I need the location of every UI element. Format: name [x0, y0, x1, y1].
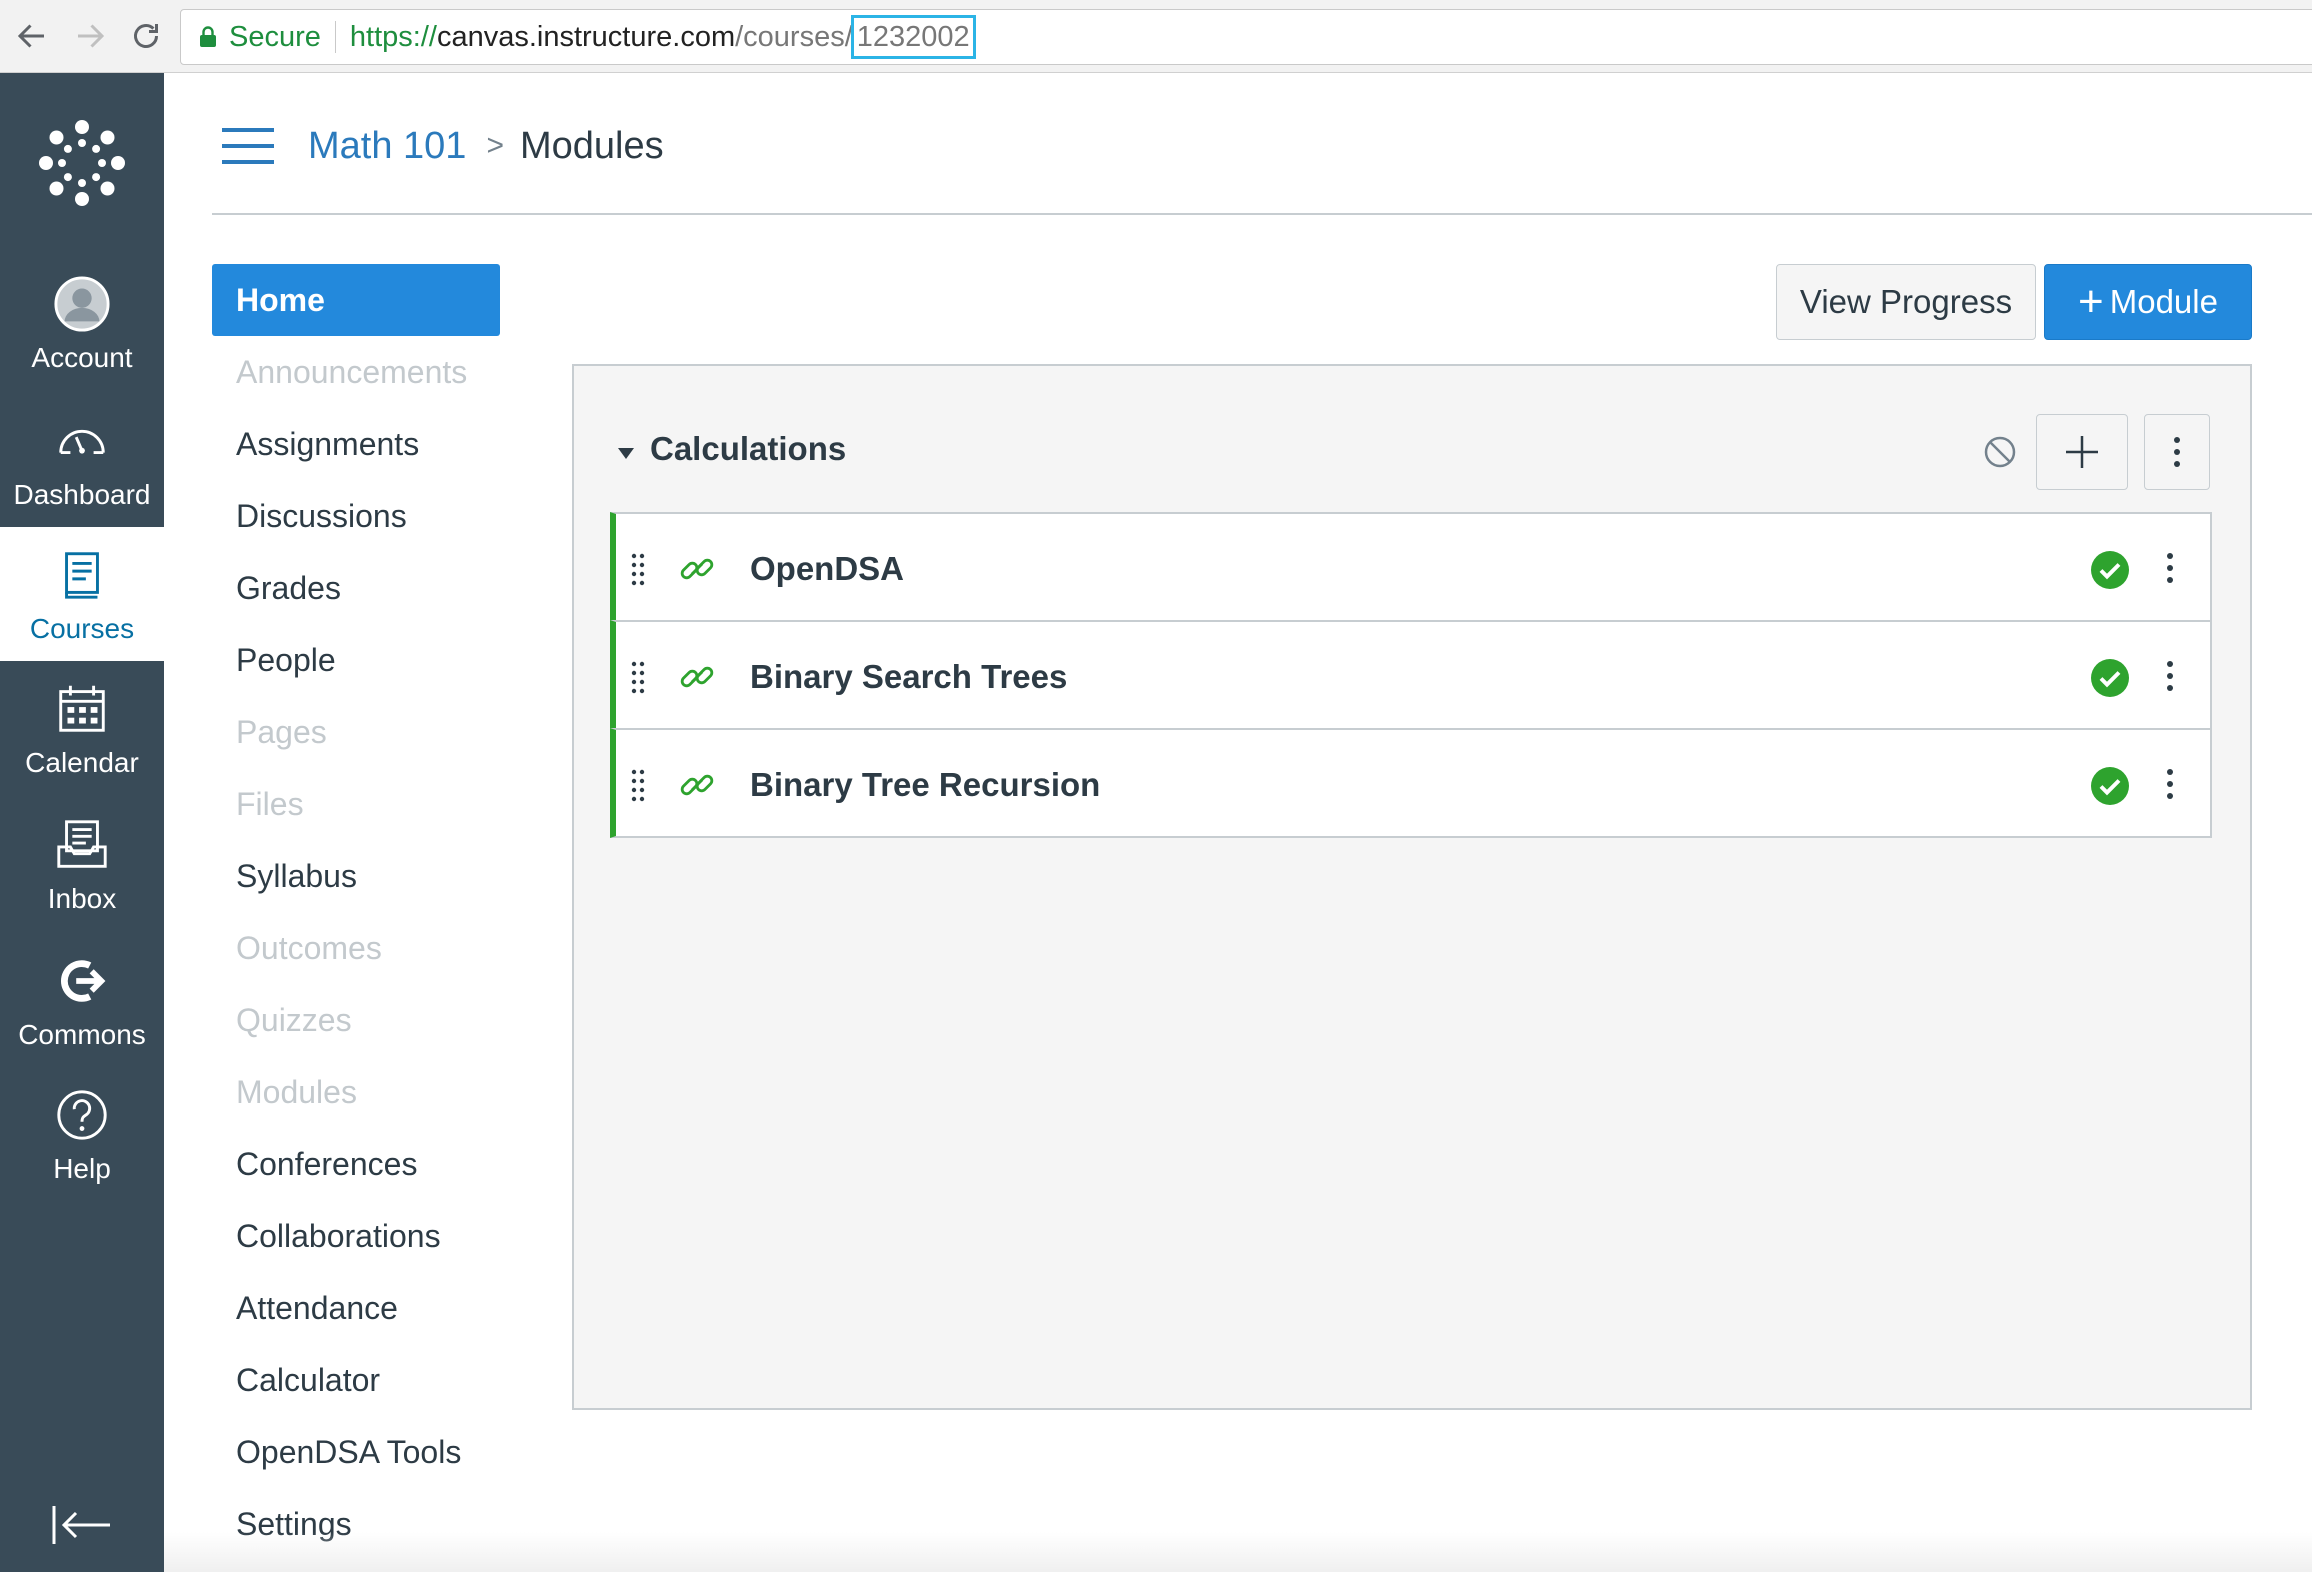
course-nav-people[interactable]: People: [212, 624, 500, 696]
global-nav-courses[interactable]: Courses: [0, 527, 164, 661]
dashboard-icon: [50, 409, 114, 473]
url-course-id-highlight: 1232002: [850, 15, 976, 59]
global-nav-inbox[interactable]: Inbox: [0, 797, 164, 931]
header-divider: [212, 213, 2312, 215]
forward-arrow-icon: [78, 24, 105, 48]
add-module-label: Module: [2109, 283, 2218, 320]
courses-icon: [50, 543, 114, 607]
global-nav-commons[interactable]: Commons: [0, 933, 164, 1067]
published-check-icon[interactable]: [2090, 658, 2130, 698]
course-navigation: Home Announcements Assignments Discussio…: [212, 264, 500, 1560]
module-item-title[interactable]: OpenDSA: [750, 550, 904, 588]
module-items-list: OpenDSA Binary Search Trees Binary Tree …: [610, 512, 2212, 838]
course-nav-attendance[interactable]: Attendance: [212, 1272, 500, 1344]
commons-icon: [50, 949, 114, 1013]
kebab-menu-icon: [2174, 437, 2180, 467]
breadcrumb-course-link[interactable]: Math 101: [308, 125, 466, 168]
global-nav-dashboard[interactable]: Dashboard: [0, 393, 164, 527]
module-item-title[interactable]: Binary Tree Recursion: [750, 766, 1100, 804]
calendar-icon: [50, 677, 114, 741]
course-nav-discussions[interactable]: Discussions: [212, 480, 500, 552]
drag-handle-icon[interactable]: [630, 552, 646, 586]
help-icon: [50, 1083, 114, 1147]
course-nav-opendsa-tools[interactable]: OpenDSA Tools: [212, 1416, 500, 1488]
module-header: Calculations: [574, 414, 2250, 494]
course-nav-assignments[interactable]: Assignments: [212, 408, 500, 480]
address-divider: [334, 21, 336, 53]
link-icon: [678, 550, 716, 588]
module-options-button[interactable]: [2144, 414, 2210, 490]
link-icon: [678, 658, 716, 696]
course-nav-modules[interactable]: Modules: [212, 1056, 500, 1128]
global-nav-label: Calendar: [25, 747, 139, 778]
reload-icon: [134, 24, 158, 48]
global-nav-label: Courses: [29, 613, 135, 644]
page-bottom-fade: [164, 1532, 2312, 1572]
breadcrumb-current-page: Modules: [519, 124, 664, 167]
module-item: Binary Search Trees: [610, 620, 2212, 730]
course-nav-grades[interactable]: Grades: [212, 552, 500, 624]
canvas-logo-icon[interactable]: [32, 113, 132, 213]
course-nav-collaborations[interactable]: Collaborations: [212, 1200, 500, 1272]
view-progress-button[interactable]: View Progress: [1776, 264, 2036, 340]
breadcrumb: Math 101 > Modules: [308, 122, 664, 170]
global-nav-calendar[interactable]: Calendar: [0, 661, 164, 795]
modules-panel: Calculations OpenDSA Binary Search Trees…: [572, 364, 2252, 1410]
account-icon: [50, 272, 114, 336]
drag-handle-icon[interactable]: [630, 660, 646, 694]
back-arrow-icon: [17, 24, 44, 48]
course-nav-pages[interactable]: Pages: [212, 696, 500, 768]
plus-icon: +: [2078, 277, 2104, 326]
url-path: /courses/: [735, 20, 853, 53]
global-nav-label: Inbox: [47, 883, 117, 914]
reload-button[interactable]: [124, 14, 168, 58]
item-kebab-menu-icon[interactable]: [2158, 766, 2182, 802]
item-kebab-menu-icon[interactable]: [2158, 550, 2182, 586]
url-host: canvas.instructure.com: [436, 20, 736, 53]
global-navigation: Account Dashboard Courses Calendar Inbox…: [0, 73, 164, 1572]
published-check-icon[interactable]: [2090, 766, 2130, 806]
course-nav-home[interactable]: Home: [212, 264, 500, 336]
module-item: OpenDSA: [610, 512, 2212, 622]
forward-button[interactable]: [68, 14, 112, 58]
module-item-title[interactable]: Binary Search Trees: [750, 658, 1067, 696]
global-nav-label: Help: [53, 1153, 111, 1184]
course-nav-conferences[interactable]: Conferences: [212, 1128, 500, 1200]
global-nav-label: Account: [31, 342, 133, 373]
back-button[interactable]: [10, 14, 54, 58]
global-nav-label: Commons: [18, 1019, 146, 1050]
course-nav-calculator[interactable]: Calculator: [212, 1344, 500, 1416]
module-item: Binary Tree Recursion: [610, 728, 2212, 838]
collapse-nav-icon[interactable]: [50, 1500, 114, 1550]
item-kebab-menu-icon[interactable]: [2158, 658, 2182, 694]
course-nav-files[interactable]: Files: [212, 768, 500, 840]
course-nav-quizzes[interactable]: Quizzes: [212, 984, 500, 1056]
global-nav-label: Dashboard: [13, 479, 151, 510]
lock-icon: [199, 26, 217, 48]
collapse-caret-icon[interactable]: [618, 448, 634, 459]
secure-label: Secure: [229, 20, 321, 53]
course-nav-announcements[interactable]: Announcements: [212, 336, 500, 408]
unpublished-icon[interactable]: [1980, 432, 2020, 472]
course-nav-syllabus[interactable]: Syllabus: [212, 840, 500, 912]
address-bar[interactable]: Secure https:// canvas.instructure.com /…: [180, 9, 2312, 65]
add-module-button[interactable]: + Module: [2044, 264, 2252, 340]
plus-icon: [2066, 436, 2098, 468]
drag-handle-icon[interactable]: [630, 768, 646, 802]
breadcrumb-separator: >: [486, 129, 504, 162]
inbox-icon: [50, 813, 114, 877]
published-check-icon[interactable]: [2090, 550, 2130, 590]
add-item-button[interactable]: [2036, 414, 2128, 490]
global-nav-account[interactable]: Account: [0, 256, 164, 390]
link-icon: [678, 766, 716, 804]
url-protocol: https://: [349, 20, 437, 53]
global-nav-help[interactable]: Help: [0, 1067, 164, 1201]
module-title[interactable]: Calculations: [650, 430, 846, 468]
course-nav-outcomes[interactable]: Outcomes: [212, 912, 500, 984]
browser-toolbar: Secure https:// canvas.instructure.com /…: [0, 0, 2312, 73]
hamburger-menu-icon[interactable]: [222, 128, 274, 164]
